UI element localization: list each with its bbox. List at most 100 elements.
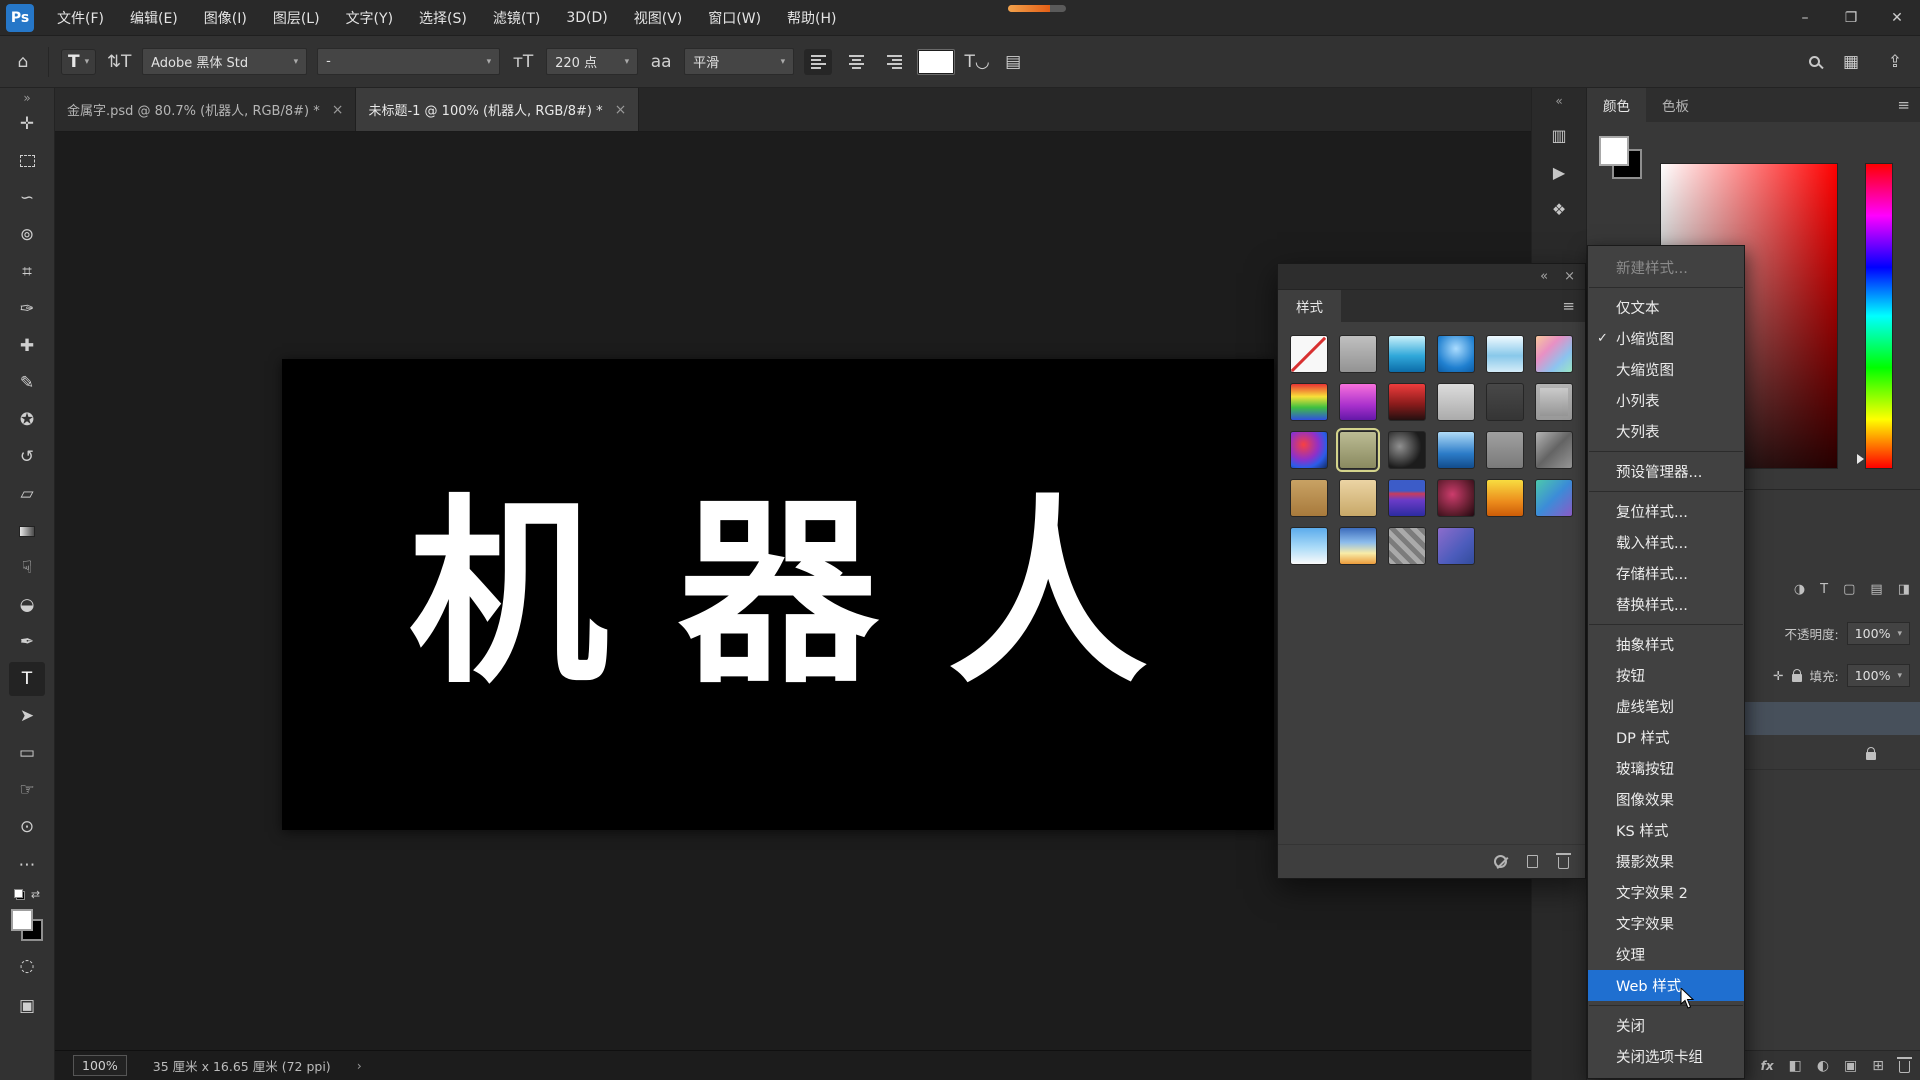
restore-button[interactable]: ❐ <box>1828 0 1874 36</box>
minimize-button[interactable]: – <box>1782 0 1828 36</box>
workspace-icon[interactable]: ▦ <box>1838 49 1864 75</box>
delete-layer-icon[interactable] <box>1899 1061 1910 1073</box>
smart-object-filter-icon[interactable]: ▤ <box>1870 582 1882 597</box>
swap-colors-icon[interactable]: ⇄ <box>31 888 40 901</box>
menubar-item[interactable]: 编辑(E) <box>117 0 191 35</box>
context-menu-item[interactable]: ✓小缩览图 <box>1588 323 1744 354</box>
context-menu-item[interactable]: 关闭 <box>1588 1010 1744 1041</box>
hue-slider-marker[interactable] <box>1857 454 1864 464</box>
tab-styles[interactable]: 样式 <box>1278 290 1341 322</box>
pixel-layer-filter-icon[interactable]: ◑ <box>1794 582 1805 597</box>
lock-all-icon[interactable] <box>1792 674 1802 682</box>
font-family-select[interactable]: Adobe 黑体 Std ▾ <box>142 48 307 75</box>
context-menu-item[interactable]: 新建样式... <box>1588 252 1744 283</box>
lasso-tool[interactable]: ∽ <box>9 181 45 215</box>
menubar-item[interactable]: 窗口(W) <box>695 0 774 35</box>
gradient-tool[interactable] <box>9 514 45 548</box>
expand-panels-icon[interactable]: « <box>1555 94 1562 108</box>
fill-select[interactable]: 100% ▾ <box>1847 664 1910 687</box>
style-swatch[interactable] <box>1486 479 1524 517</box>
eyedropper-tool[interactable]: ✑ <box>9 292 45 326</box>
tab-color[interactable]: 颜色 <box>1587 88 1646 122</box>
font-size-select[interactable]: 220 点 ▾ <box>546 48 638 75</box>
edit-toolbar-icon[interactable]: ⋯ <box>9 848 45 882</box>
context-menu-item[interactable]: 存储样式... <box>1588 558 1744 589</box>
dodge-tool[interactable]: ◒ <box>9 588 45 622</box>
artboard[interactable]: 机 器 人 <box>282 359 1274 830</box>
context-menu-item[interactable]: 摄影效果 <box>1588 846 1744 877</box>
context-menu-item[interactable]: 大缩览图 <box>1588 354 1744 385</box>
eraser-tool[interactable]: ▱ <box>9 477 45 511</box>
menubar-item[interactable]: 3D(D) <box>553 0 620 35</box>
healing-brush-tool[interactable]: ✚ <box>9 329 45 363</box>
history-brush-tool[interactable]: ↺ <box>9 440 45 474</box>
lock-position-icon[interactable]: ✛ <box>1773 668 1783 683</box>
style-swatch[interactable] <box>1388 335 1426 373</box>
menubar-item[interactable]: 滤镜(T) <box>480 0 553 35</box>
menubar-item[interactable]: 选择(S) <box>406 0 480 35</box>
align-center-button[interactable] <box>842 49 870 75</box>
context-menu-item[interactable]: 小列表 <box>1588 385 1744 416</box>
style-swatch[interactable] <box>1290 431 1328 469</box>
path-selection-tool[interactable]: ➤ <box>9 699 45 733</box>
context-menu-item[interactable]: 关闭选项卡组 <box>1588 1041 1744 1072</box>
foreground-color-swatch[interactable] <box>11 909 33 931</box>
context-menu-item[interactable]: 替换样式... <box>1588 589 1744 620</box>
tab-swatches[interactable]: 色板 <box>1646 88 1705 122</box>
style-swatch[interactable] <box>1290 527 1328 565</box>
layer-style-icon[interactable]: fx <box>1761 1059 1774 1073</box>
menubar-item[interactable]: 文件(F) <box>44 0 117 35</box>
hand-tool[interactable]: ☞ <box>9 773 45 807</box>
context-menu-item[interactable]: 文字效果 2 <box>1588 877 1744 908</box>
tool-preset-button[interactable]: T ▾ <box>61 49 96 75</box>
new-layer-icon[interactable]: ⊞ <box>1872 1058 1884 1074</box>
collapse-tools-icon[interactable]: » <box>23 91 30 105</box>
style-swatch[interactable] <box>1339 479 1377 517</box>
home-icon[interactable]: ⌂ <box>10 49 36 75</box>
quick-selection-tool[interactable]: ⊚ <box>9 218 45 252</box>
rectangle-tool[interactable]: ▭ <box>9 736 45 770</box>
style-swatch[interactable] <box>1388 431 1426 469</box>
clone-stamp-tool[interactable]: ✪ <box>9 403 45 437</box>
style-swatch[interactable] <box>1339 527 1377 565</box>
foreground-color-swatch[interactable] <box>1599 136 1629 166</box>
context-menu-item[interactable]: KS 样式 <box>1588 815 1744 846</box>
style-swatch[interactable] <box>1437 383 1475 421</box>
quick-mask-icon[interactable]: ◌ <box>9 949 45 983</box>
actions-panel-icon[interactable]: ▶ <box>1553 163 1565 182</box>
tab-close-icon[interactable]: × <box>615 102 627 118</box>
layer-filter-toggle-icon[interactable]: ◨ <box>1898 582 1910 597</box>
style-swatch[interactable] <box>1290 335 1328 373</box>
delete-style-icon[interactable] <box>1558 857 1569 869</box>
toggle-panels-icon[interactable]: ▤ <box>1000 49 1026 75</box>
style-swatch[interactable] <box>1339 431 1377 469</box>
collapse-panel-icon[interactable]: « <box>1540 269 1548 284</box>
styles-panel-menu-icon[interactable]: ≡ <box>1562 290 1575 322</box>
context-menu-item[interactable]: 抽象样式 <box>1588 629 1744 660</box>
context-menu-item[interactable]: Web 样式 <box>1588 970 1744 1001</box>
context-menu-item[interactable]: 虚线笔划 <box>1588 691 1744 722</box>
pen-tool[interactable]: ✒ <box>9 625 45 659</box>
type-layer-filter-icon[interactable]: T <box>1820 582 1828 597</box>
style-swatch[interactable] <box>1486 335 1524 373</box>
menubar-item[interactable]: 视图(V) <box>621 0 696 35</box>
warp-text-icon[interactable]: T◡ <box>964 49 990 75</box>
style-swatch[interactable] <box>1486 383 1524 421</box>
style-swatch[interactable] <box>1388 527 1426 565</box>
device-preview-panel-icon[interactable]: ▥ <box>1551 126 1566 145</box>
tab-close-icon[interactable]: × <box>332 102 344 118</box>
style-swatch[interactable] <box>1290 383 1328 421</box>
style-swatch[interactable] <box>1290 479 1328 517</box>
new-group-icon[interactable]: ▣ <box>1844 1058 1857 1074</box>
context-menu-item[interactable]: 文字效果 <box>1588 908 1744 939</box>
layer-mask-icon[interactable]: ◧ <box>1789 1058 1802 1074</box>
marquee-tool[interactable] <box>9 144 45 178</box>
style-swatch[interactable] <box>1388 479 1426 517</box>
context-menu-item[interactable]: DP 样式 <box>1588 722 1744 753</box>
context-menu-item[interactable]: 玻璃按钮 <box>1588 753 1744 784</box>
document-tab[interactable]: 金属字.psd @ 80.7% (机器人, RGB/8#) *× <box>55 88 356 131</box>
style-swatch[interactable] <box>1486 431 1524 469</box>
search-icon[interactable] <box>1809 56 1820 67</box>
adjustment-layer-icon[interactable]: ◐ <box>1817 1058 1829 1074</box>
shape-layer-filter-icon[interactable]: ▢ <box>1843 582 1855 597</box>
